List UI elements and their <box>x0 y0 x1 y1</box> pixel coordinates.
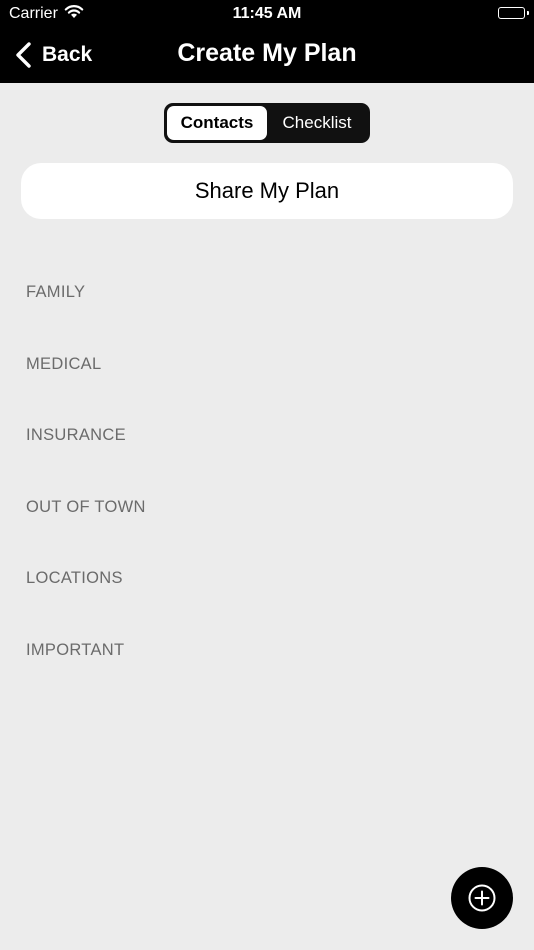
share-my-plan-button[interactable]: Share My Plan <box>21 163 513 219</box>
plus-circle-icon <box>468 884 496 912</box>
category-family[interactable]: FAMILY <box>26 282 146 354</box>
category-medical[interactable]: MEDICAL <box>26 354 146 426</box>
screen: Carrier 11:45 AM Back Create My Plan Con… <box>0 0 534 950</box>
battery-icon <box>498 7 525 19</box>
navigation-bar: Back Create My Plan <box>0 30 534 83</box>
status-time: 11:45 AM <box>232 5 302 22</box>
tab-segmented-control: Contacts Checklist <box>164 103 370 143</box>
tab-checklist[interactable]: Checklist <box>267 106 367 140</box>
battery-tip <box>527 11 529 15</box>
add-button[interactable] <box>451 867 513 929</box>
tab-contacts[interactable]: Contacts <box>167 106 267 140</box>
category-out-of-town[interactable]: OUT OF TOWN <box>26 497 146 569</box>
page-title: Create My Plan <box>177 39 357 67</box>
category-insurance[interactable]: INSURANCE <box>26 425 146 497</box>
category-locations[interactable]: LOCATIONS <box>26 568 146 640</box>
category-list: FAMILY MEDICAL INSURANCE OUT OF TOWN LOC… <box>26 282 146 711</box>
status-bar: Carrier 11:45 AM <box>0 0 534 30</box>
category-important[interactable]: IMPORTANT <box>26 640 146 712</box>
